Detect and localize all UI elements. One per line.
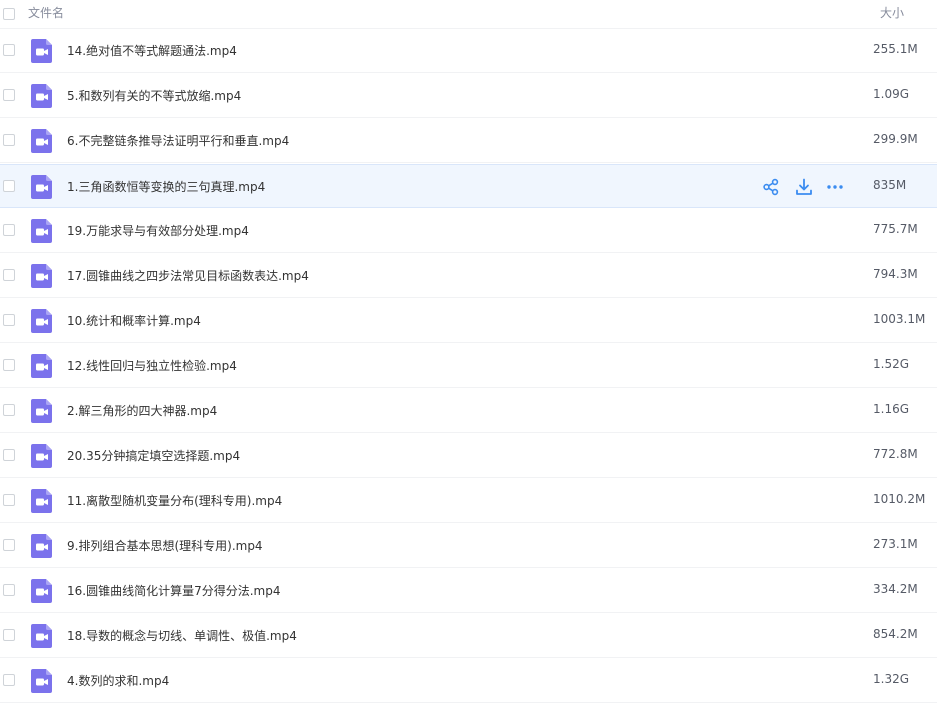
list-header: 文件名 大小	[0, 0, 937, 29]
file-name[interactable]: 1.三角函数恒等变换的三句真理.mp4	[67, 178, 265, 195]
file-size: 835M	[873, 178, 907, 192]
file-size: 854.2M	[873, 627, 918, 641]
column-header-name[interactable]: 文件名	[28, 4, 64, 21]
row-checkbox[interactable]	[3, 674, 15, 686]
file-size: 1.52G	[873, 357, 910, 371]
video-file-icon	[31, 175, 52, 199]
row-checkbox[interactable]	[3, 359, 15, 371]
video-file-icon	[31, 129, 52, 153]
table-row[interactable]: 9.排列组合基本思想(理科专用).mp4 273.1M	[0, 524, 937, 568]
file-name[interactable]: 9.排列组合基本思想(理科专用).mp4	[67, 537, 263, 554]
table-row[interactable]: 10.统计和概率计算.mp4 1003.1M	[0, 299, 937, 343]
table-row[interactable]: 2.解三角形的四大神器.mp4 1.16G	[0, 389, 937, 433]
file-size: 334.2M	[873, 582, 918, 596]
video-file-icon	[31, 354, 52, 378]
file-name[interactable]: 14.绝对值不等式解题通法.mp4	[67, 42, 237, 59]
file-name[interactable]: 16.圆锥曲线简化计算量7分得分法.mp4	[67, 582, 280, 599]
more-icon[interactable]	[826, 178, 844, 196]
file-size: 273.1M	[873, 537, 918, 551]
table-row[interactable]: 14.绝对值不等式解题通法.mp4 255.1M	[0, 29, 937, 73]
select-all-checkbox[interactable]	[3, 8, 15, 20]
row-checkbox[interactable]	[3, 539, 15, 551]
share-icon[interactable]	[762, 178, 780, 196]
file-name[interactable]: 2.解三角形的四大神器.mp4	[67, 402, 217, 419]
video-file-icon	[31, 579, 52, 603]
table-row[interactable]: 16.圆锥曲线简化计算量7分得分法.mp4 334.2M	[0, 569, 937, 613]
file-name[interactable]: 12.线性回归与独立性检验.mp4	[67, 357, 237, 374]
row-checkbox[interactable]	[3, 269, 15, 281]
video-file-icon	[31, 624, 52, 648]
table-row[interactable]: 17.圆锥曲线之四步法常见目标函数表达.mp4 794.3M	[0, 254, 937, 298]
video-file-icon	[31, 399, 52, 423]
file-name[interactable]: 19.万能求导与有效部分处理.mp4	[67, 222, 249, 239]
video-file-icon	[31, 219, 52, 243]
row-checkbox[interactable]	[3, 629, 15, 641]
video-file-icon	[31, 444, 52, 468]
file-size: 794.3M	[873, 267, 918, 281]
video-file-icon	[31, 84, 52, 108]
table-row[interactable]: 19.万能求导与有效部分处理.mp4 775.7M	[0, 209, 937, 253]
row-checkbox[interactable]	[3, 89, 15, 101]
row-checkbox[interactable]	[3, 404, 15, 416]
file-size: 1.32G	[873, 672, 910, 686]
file-size: 255.1M	[873, 42, 918, 56]
table-row[interactable]: 5.和数列有关的不等式放缩.mp4 1.09G	[0, 74, 937, 118]
table-row[interactable]: 6.不完整链条推导法证明平行和垂直.mp4 299.9M	[0, 119, 937, 163]
table-row[interactable]: 12.线性回归与独立性检验.mp4 1.52G	[0, 344, 937, 388]
file-name[interactable]: 17.圆锥曲线之四步法常见目标函数表达.mp4	[67, 267, 309, 284]
table-row[interactable]: 20.35分钟搞定填空选择题.mp4 772.8M	[0, 434, 937, 478]
file-name[interactable]: 20.35分钟搞定填空选择题.mp4	[67, 447, 240, 464]
file-name[interactable]: 4.数列的求和.mp4	[67, 672, 169, 689]
file-size: 772.8M	[873, 447, 918, 461]
table-row[interactable]: 18.导数的概念与切线、单调性、极值.mp4 854.2M	[0, 614, 937, 658]
row-checkbox[interactable]	[3, 314, 15, 326]
row-checkbox[interactable]	[3, 180, 15, 192]
row-checkbox[interactable]	[3, 134, 15, 146]
file-size: 1.16G	[873, 402, 910, 416]
row-checkbox[interactable]	[3, 584, 15, 596]
table-row[interactable]: 1.三角函数恒等变换的三句真理.mp4 835M	[0, 164, 937, 208]
row-checkbox[interactable]	[3, 44, 15, 56]
file-name[interactable]: 10.统计和概率计算.mp4	[67, 312, 201, 329]
file-name[interactable]: 18.导数的概念与切线、单调性、极值.mp4	[67, 627, 297, 644]
file-size: 1010.2M	[873, 492, 926, 506]
row-checkbox[interactable]	[3, 494, 15, 506]
file-size: 1.09G	[873, 87, 910, 101]
video-file-icon	[31, 39, 52, 63]
column-header-size[interactable]: 大小	[880, 4, 904, 21]
video-file-icon	[31, 309, 52, 333]
row-checkbox[interactable]	[3, 449, 15, 461]
file-size: 775.7M	[873, 222, 918, 236]
file-size: 1003.1M	[873, 312, 926, 326]
video-file-icon	[31, 264, 52, 288]
file-list: 文件名 大小 14.绝对值不等式解题通法.mp4 255.1M 5.和数列有关的不等…	[0, 0, 937, 728]
table-row[interactable]: 4.数列的求和.mp4 1.32G	[0, 659, 937, 703]
video-file-icon	[31, 669, 52, 693]
video-file-icon	[31, 534, 52, 558]
file-name[interactable]: 11.离散型随机变量分布(理科专用).mp4	[67, 492, 282, 509]
file-name[interactable]: 6.不完整链条推导法证明平行和垂直.mp4	[67, 132, 289, 149]
file-size: 299.9M	[873, 132, 918, 146]
video-file-icon	[31, 489, 52, 513]
download-icon[interactable]	[795, 178, 813, 196]
file-name[interactable]: 5.和数列有关的不等式放缩.mp4	[67, 87, 241, 104]
table-row[interactable]: 11.离散型随机变量分布(理科专用).mp4 1010.2M	[0, 479, 937, 523]
row-checkbox[interactable]	[3, 224, 15, 236]
